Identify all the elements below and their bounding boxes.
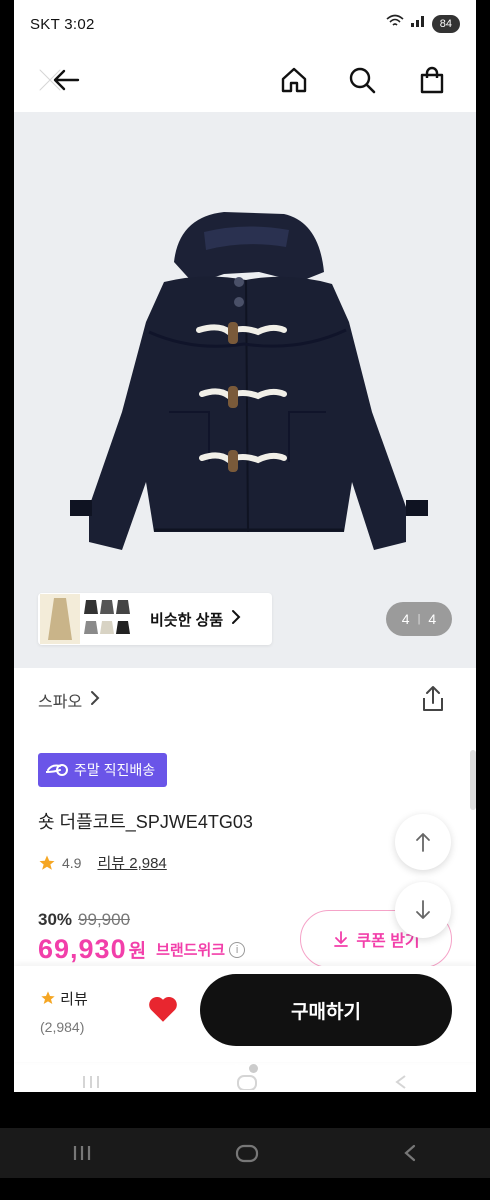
- arrow-down-icon: [416, 900, 430, 919]
- home-icon: [281, 67, 307, 93]
- event-label: 브랜드위크: [156, 942, 226, 959]
- top-navigation: [14, 52, 476, 112]
- back-nav-icon: [394, 1075, 406, 1089]
- back-nav-icon[interactable]: [401, 1143, 419, 1163]
- search-icon: [349, 67, 376, 94]
- home-button[interactable]: [274, 60, 314, 100]
- shopping-bag-icon: [420, 66, 444, 94]
- brand-link[interactable]: 스파오: [38, 688, 100, 712]
- buy-button[interactable]: 구매하기: [200, 974, 452, 1046]
- review-summary-button[interactable]: 리뷰 (2,984): [40, 988, 88, 1035]
- discount-row: 30% 99,900: [38, 910, 130, 930]
- cart-button[interactable]: [412, 60, 452, 100]
- battery-indicator: 84: [431, 14, 460, 33]
- status-time: SKT 3:02: [30, 16, 95, 33]
- delivery-badge-label: 주말 직진배송: [74, 762, 156, 778]
- back-button[interactable]: [46, 60, 86, 100]
- status-bar: SKT 3:02 84: [14, 0, 476, 52]
- discount-rate: 30%: [38, 910, 73, 929]
- recent-apps-icon[interactable]: [71, 1143, 93, 1163]
- image-counter-total: 4: [428, 611, 437, 627]
- page-dot: [249, 1064, 258, 1073]
- system-navigation-bar: [0, 1128, 490, 1178]
- sale-price: 69,930: [38, 934, 127, 964]
- home-nav-icon[interactable]: [234, 1143, 260, 1163]
- share-button[interactable]: [418, 684, 448, 714]
- scroll-down-button[interactable]: [395, 882, 451, 938]
- image-counter-separator: |: [417, 613, 421, 625]
- back-arrow-icon: [53, 69, 80, 91]
- review-count-link[interactable]: 리뷰 2,984: [97, 852, 166, 873]
- recent-apps-icon: [83, 1076, 100, 1088]
- currency-unit: 원: [128, 941, 147, 962]
- arrow-up-icon: [416, 833, 430, 852]
- product-name: 숏 더플코트_SPJWE4TG03: [38, 812, 253, 832]
- download-icon: [334, 931, 349, 947]
- delivery-badge: 주말 직진배송: [38, 753, 168, 787]
- similar-products-label: 비슷한 상품: [150, 611, 224, 629]
- status-icons: 84: [386, 14, 460, 33]
- star-icon: [39, 855, 55, 870]
- product-photo-duffle-coat: [70, 212, 428, 550]
- faded-nav-overlay: [14, 1074, 476, 1092]
- signal-icon: [410, 14, 426, 33]
- rating-value: 4.9: [62, 854, 82, 871]
- share-icon: [423, 686, 443, 711]
- image-counter-current: 4: [401, 611, 410, 627]
- wifi-icon: [386, 14, 404, 33]
- review-summary-label: 리뷰: [60, 991, 88, 1008]
- review-summary-count: (2,984): [40, 1019, 85, 1035]
- scroll-up-button[interactable]: [395, 814, 451, 870]
- app-screen: SKT 3:02 84 비슷한 상품 4 | 4 스파오 주말 직진배송 숏 더…: [14, 0, 476, 1092]
- page-dot-active: [232, 1064, 241, 1073]
- info-icon[interactable]: i: [229, 941, 246, 958]
- bottom-action-bar: 리뷰 (2,984) 구매하기: [14, 966, 476, 1062]
- chevron-right-icon: [90, 690, 100, 711]
- product-image-gallery[interactable]: 비슷한 상품 4 | 4: [14, 112, 476, 668]
- like-button[interactable]: [146, 992, 180, 1026]
- sale-price-row: 69,930 원 브랜드위크 i: [38, 934, 246, 965]
- home-nav-icon: [236, 1075, 257, 1090]
- original-price: 99,900: [78, 910, 131, 929]
- image-counter: 4 | 4: [386, 602, 452, 636]
- fast-delivery-icon: [46, 764, 68, 776]
- brand-name: 스파오: [38, 694, 83, 711]
- similar-products-thumbnails: [40, 594, 136, 644]
- chevron-right-icon: [231, 609, 241, 630]
- heart-icon: [149, 996, 177, 1022]
- rating-row: 4.9 리뷰 2,984: [38, 852, 167, 873]
- scrollbar[interactable]: [470, 750, 476, 810]
- search-button[interactable]: [342, 60, 382, 100]
- star-icon: [41, 991, 55, 1004]
- similar-products-button[interactable]: 비슷한 상품: [38, 593, 272, 645]
